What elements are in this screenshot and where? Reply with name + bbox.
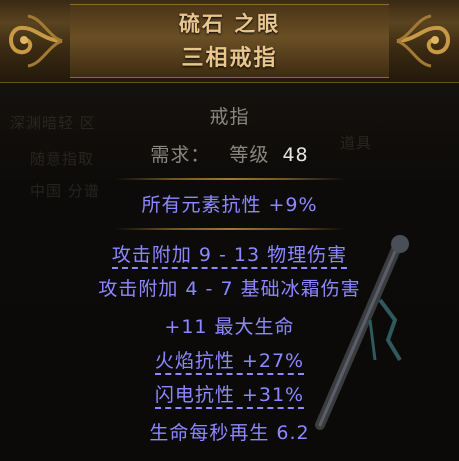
implicit-mod: 所有元素抗性 +9%: [0, 190, 459, 217]
level-value: 48: [282, 144, 309, 166]
requirements-label: 需求：: [150, 144, 211, 166]
mod-text-6: 生命每秒再生 6.2: [149, 422, 310, 444]
level-label: 等级: [229, 144, 270, 166]
mod-line-5: 闪电抗性 +31%: [0, 380, 459, 409]
mod-text-3: +11 最大生命: [164, 316, 295, 338]
item-base-type: 三相戒指: [181, 46, 278, 71]
mod-text-4: 火焰抗性 +27%: [154, 350, 305, 375]
separator-1: [115, 178, 345, 180]
implicit-mod-text: 所有元素抗性 +9%: [141, 194, 318, 216]
mod-line-6: 生命每秒再生 6.2: [0, 418, 459, 445]
mod-text-2: 攻击附加 4 - 7 基础冰霜伤害: [98, 278, 361, 300]
separator-2: [115, 228, 345, 230]
mod-line-1: 攻击附加 9 - 13 物理伤害: [0, 240, 459, 269]
item-tooltip: 深渊暗轻 区 随意指取 中国 分谱 道具 硫石 之眼 三相戒指 戒指 需求： 等…: [0, 0, 459, 461]
item-class: 戒指: [209, 106, 250, 128]
requirements-row: 需求： 等级 48: [0, 140, 459, 167]
mod-text-1: 攻击附加 9 - 13 物理伤害: [111, 244, 348, 269]
item-name: 硫石 之眼: [178, 12, 281, 36]
mod-line-4: 火焰抗性 +27%: [0, 346, 459, 375]
mod-line-3: +11 最大生命: [0, 312, 459, 339]
mod-line-2: 攻击附加 4 - 7 基础冰霜伤害: [0, 274, 459, 301]
mod-text-5: 闪电抗性 +31%: [154, 384, 305, 409]
